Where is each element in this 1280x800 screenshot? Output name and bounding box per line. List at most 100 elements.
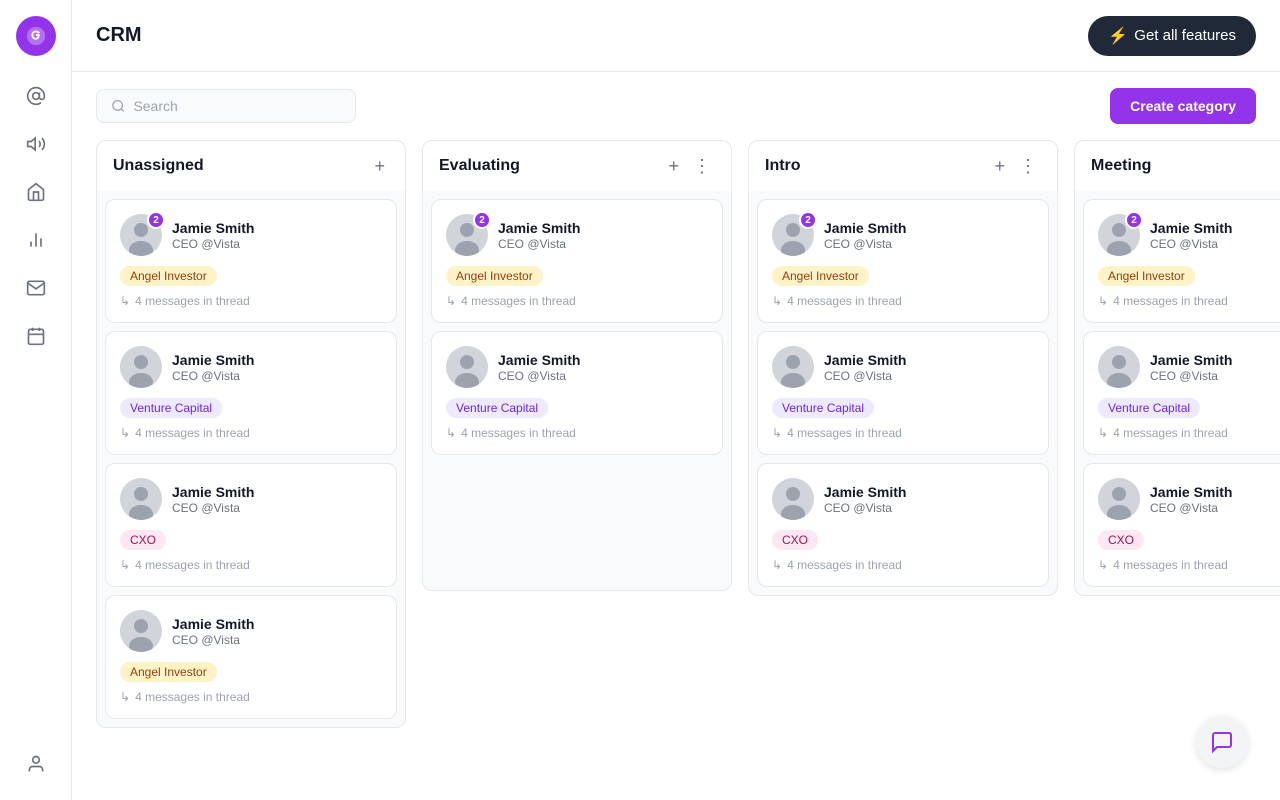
avatar-wrap: 2 [1098, 214, 1140, 256]
avatar [120, 346, 162, 388]
avatar [446, 346, 488, 388]
add-card-button[interactable]: + [370, 155, 389, 177]
card-info: Jamie Smith CEO @Vista [498, 352, 708, 383]
table-row[interactable]: 2 Jamie Smith CEO @Vista Angel Investor … [757, 199, 1049, 323]
kanban-board: Unassigned + 2 Jamie Smith CEO @Vista An… [72, 140, 1280, 800]
contact-name: Jamie Smith [172, 616, 382, 632]
thread-info: ↳ 4 messages in thread [120, 294, 382, 308]
column-actions: +⋮ [990, 155, 1041, 177]
contact-name: Jamie Smith [172, 484, 382, 500]
thread-icon: ↳ [772, 558, 782, 572]
thread-icon: ↳ [1098, 426, 1108, 440]
avatar-wrap [120, 478, 162, 520]
table-row[interactable]: Jamie Smith CEO @Vista Venture Capital ↳… [1083, 331, 1280, 455]
sidebar-item-building[interactable] [16, 172, 56, 212]
card-info: Jamie Smith CEO @Vista [172, 484, 382, 515]
table-row[interactable]: Jamie Smith CEO @Vista CXO ↳ 4 messages … [757, 463, 1049, 587]
avatar-wrap [120, 610, 162, 652]
tag-label: CXO [772, 530, 818, 550]
tag-label: Angel Investor [772, 266, 869, 286]
thread-icon: ↳ [120, 294, 130, 308]
tag-label: Angel Investor [120, 266, 217, 286]
contact-name: Jamie Smith [172, 220, 382, 236]
contact-role: CEO @Vista [1150, 501, 1280, 515]
thread-info: ↳ 4 messages in thread [772, 426, 1034, 440]
sidebar-item-at[interactable] [16, 76, 56, 116]
thread-count: 4 messages in thread [787, 294, 902, 308]
more-options-button[interactable]: ⋮ [1015, 155, 1041, 177]
table-row[interactable]: Jamie Smith CEO @Vista Venture Capital ↳… [757, 331, 1049, 455]
contact-role: CEO @Vista [498, 237, 708, 251]
thread-count: 4 messages in thread [135, 558, 250, 572]
get-all-features-button[interactable]: ⚡ Get all features [1088, 16, 1256, 56]
toolbar: Create category [72, 72, 1280, 140]
get-all-features-label: Get all features [1134, 27, 1236, 44]
search-input[interactable] [133, 98, 341, 114]
thread-icon: ↳ [120, 690, 130, 704]
app-logo[interactable] [16, 16, 56, 56]
thread-count: 4 messages in thread [787, 558, 902, 572]
thread-icon: ↳ [120, 558, 130, 572]
kanban-column-unassigned: Unassigned + 2 Jamie Smith CEO @Vista An… [96, 140, 406, 728]
thread-icon: ↳ [772, 426, 782, 440]
sidebar [0, 0, 72, 800]
thread-count: 4 messages in thread [135, 294, 250, 308]
thread-count: 4 messages in thread [135, 426, 250, 440]
thread-info: ↳ 4 messages in thread [120, 426, 382, 440]
create-category-button[interactable]: Create category [1110, 88, 1256, 124]
sidebar-item-calendar[interactable] [16, 316, 56, 356]
badge: 2 [473, 211, 491, 229]
contact-role: CEO @Vista [824, 369, 1034, 383]
chat-fab-button[interactable] [1196, 716, 1248, 768]
card-info: Jamie Smith CEO @Vista [824, 352, 1034, 383]
bolt-icon: ⚡ [1108, 26, 1128, 46]
thread-icon: ↳ [772, 294, 782, 308]
sidebar-item-mail[interactable] [16, 268, 56, 308]
search-box[interactable] [96, 89, 356, 123]
tag-label: Venture Capital [120, 398, 222, 418]
table-row[interactable]: Jamie Smith CEO @Vista Venture Capital ↳… [431, 331, 723, 455]
contact-name: Jamie Smith [824, 484, 1034, 500]
kanban-column-meeting: Meeting — 2 Jamie Smith CEO @Vista Angel… [1074, 140, 1280, 596]
table-row[interactable]: Jamie Smith CEO @Vista CXO ↳ 4 messages … [105, 463, 397, 587]
table-row[interactable]: 2 Jamie Smith CEO @Vista Angel Investor … [1083, 199, 1280, 323]
column-body: 2 Jamie Smith CEO @Vista Angel Investor … [1074, 191, 1280, 596]
table-row[interactable]: Jamie Smith CEO @Vista CXO ↳ 4 messages … [1083, 463, 1280, 587]
column-title: Intro [765, 157, 801, 175]
thread-count: 4 messages in thread [1113, 294, 1228, 308]
card-info: Jamie Smith CEO @Vista [1150, 352, 1280, 383]
thread-info: ↳ 4 messages in thread [120, 690, 382, 704]
tag-label: Venture Capital [1098, 398, 1200, 418]
sidebar-item-signal[interactable] [16, 220, 56, 260]
add-card-button[interactable]: + [990, 155, 1009, 177]
table-row[interactable]: Jamie Smith CEO @Vista Angel Investor ↳ … [105, 595, 397, 719]
more-options-button[interactable]: ⋮ [689, 155, 715, 177]
avatar-wrap: 2 [772, 214, 814, 256]
contact-role: CEO @Vista [824, 237, 1034, 251]
column-title: Unassigned [113, 157, 204, 175]
contact-role: CEO @Vista [172, 369, 382, 383]
avatar [1098, 478, 1140, 520]
thread-count: 4 messages in thread [461, 294, 576, 308]
sidebar-item-user[interactable] [16, 744, 56, 784]
sidebar-item-speaker[interactable] [16, 124, 56, 164]
avatar-wrap: 2 [446, 214, 488, 256]
thread-info: ↳ 4 messages in thread [446, 426, 708, 440]
thread-icon: ↳ [1098, 558, 1108, 572]
search-icon [111, 98, 125, 114]
avatar [120, 478, 162, 520]
avatar [772, 346, 814, 388]
table-row[interactable]: 2 Jamie Smith CEO @Vista Angel Investor … [105, 199, 397, 323]
contact-name: Jamie Smith [498, 352, 708, 368]
add-card-button[interactable]: + [664, 155, 683, 177]
avatar-wrap [1098, 478, 1140, 520]
tag-label: Angel Investor [446, 266, 543, 286]
tag-label: CXO [1098, 530, 1144, 550]
contact-name: Jamie Smith [1150, 220, 1280, 236]
contact-name: Jamie Smith [824, 352, 1034, 368]
thread-info: ↳ 4 messages in thread [1098, 558, 1280, 572]
contact-name: Jamie Smith [824, 220, 1034, 236]
table-row[interactable]: 2 Jamie Smith CEO @Vista Angel Investor … [431, 199, 723, 323]
column-title: Evaluating [439, 157, 520, 175]
table-row[interactable]: Jamie Smith CEO @Vista Venture Capital ↳… [105, 331, 397, 455]
